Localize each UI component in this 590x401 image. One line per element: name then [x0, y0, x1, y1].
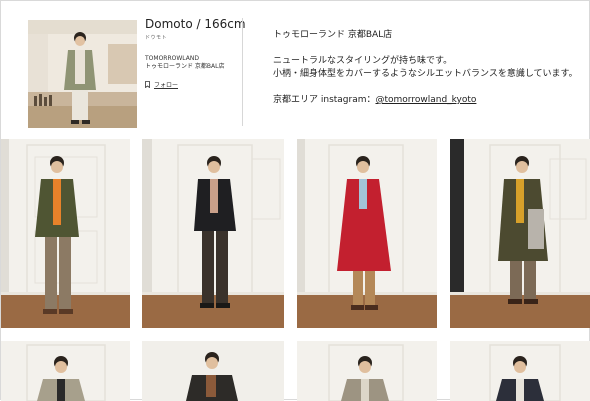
- description-line-3: 小柄・細身体型をカバーするようなシルエットバランスを意識しています。: [273, 69, 578, 79]
- profile-description: トゥモローランド 京都BAL店 ニュートラルなスタイリングが持ち味です。 小柄・…: [273, 29, 578, 107]
- follow-label: フォロー: [154, 82, 179, 89]
- styling-thumbnail[interactable]: [142, 139, 284, 328]
- styling-thumbnail[interactable]: [142, 341, 284, 401]
- description-line-1: トゥモローランド 京都BAL店: [273, 30, 393, 40]
- profile-photo: [28, 20, 137, 128]
- shop-name: トゥモローランド 京都BAL店: [145, 63, 225, 70]
- profile-divider: [242, 18, 243, 126]
- styling-thumbnail[interactable]: [1, 139, 130, 328]
- bookmark-icon: [145, 81, 150, 88]
- staff-name: Domoto / 166cm: [145, 17, 246, 31]
- instagram-line: 京都エリア instagram：@tomorrowland_kyoto: [273, 94, 578, 107]
- brand-name: TOMORROWLAND: [145, 55, 199, 62]
- styling-thumbnail[interactable]: [297, 341, 437, 401]
- styling-thumbnail[interactable]: [297, 139, 437, 328]
- staff-name-kana: ドウモト: [145, 35, 168, 41]
- instagram-prefix: 京都エリア instagram：: [273, 95, 376, 105]
- styling-thumbnail[interactable]: [450, 139, 590, 328]
- instagram-link[interactable]: @tomorrowland_kyoto: [376, 95, 477, 105]
- styling-thumbnail[interactable]: [450, 341, 590, 401]
- follow-button[interactable]: フォロー: [145, 80, 241, 89]
- description-line-2: ニュートラルなスタイリングが持ち味です。: [273, 56, 453, 66]
- profile-info: Domoto / 166cm ドウモト TOMORROWLAND トゥモローラン…: [145, 16, 246, 89]
- styling-thumbnail[interactable]: [1, 341, 130, 401]
